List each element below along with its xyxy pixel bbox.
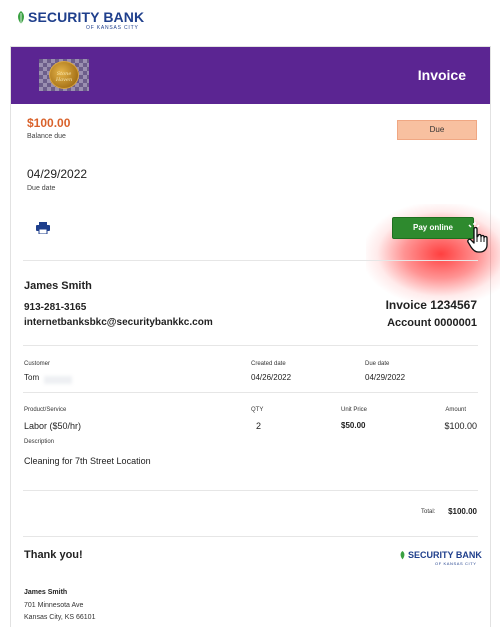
line-item-product: Labor ($50/hr)	[24, 421, 82, 431]
unit-price-header: Unit Price	[341, 407, 368, 413]
merchant-logo-badge: Stone Haven	[49, 61, 79, 89]
security-bank-logo[interactable]: SECURITY BANK OF KANSAS CITY	[16, 9, 145, 31]
invoice-number: Invoice 1234567	[385, 298, 477, 312]
status-badge: Due	[397, 120, 477, 140]
due-date-column-value: 04/29/2022	[365, 373, 406, 382]
due-date-label: Due date	[27, 185, 56, 192]
billing-phone: 913-281-3165	[24, 302, 87, 313]
top-bar: SECURITY BANK OF KANSAS CITY	[0, 0, 500, 40]
due-date-column-label: Due date	[365, 361, 390, 367]
created-date-label: Created date	[251, 361, 286, 367]
line-item-qty: 2	[256, 421, 262, 431]
bank-subtitle: OF KANSAS CITY	[86, 25, 139, 31]
due-date-value: 04/29/2022	[27, 167, 88, 181]
line-item-amount: $100.00	[444, 421, 477, 431]
product-header: Product/Service	[24, 407, 67, 413]
customer-label: Customer	[24, 361, 51, 367]
footer-bank-subtitle: OF KANSAS CITY	[435, 561, 477, 566]
merchant-logo: Stone Haven	[39, 59, 89, 91]
footer-bank-name: SECURITY BANK	[408, 550, 482, 560]
divider	[23, 490, 478, 491]
customer-value: Tom	[24, 373, 40, 382]
pay-online-button[interactable]: Pay online	[392, 217, 474, 239]
page-title: Invoice	[417, 67, 466, 83]
bank-name: SECURITY BANK	[28, 9, 145, 25]
balance-label: Balance due	[27, 133, 66, 140]
total-label: Total:	[421, 509, 436, 515]
footer-bank-logo: SECURITY BANK OF KANSAS CITY	[399, 551, 482, 566]
billing-email: internetbanksbkc@securitybankkc.com	[24, 317, 213, 328]
qty-header: QTY	[251, 407, 264, 413]
invoice-card: Stone Haven Invoice $100.00 Balance due …	[10, 46, 500, 627]
footer-address-line2: Kansas City, KS 66101	[24, 614, 96, 621]
divider	[23, 392, 478, 393]
divider	[23, 536, 478, 537]
divider	[23, 345, 478, 346]
billing-name: James Smith	[24, 280, 92, 292]
total-value: $100.00	[448, 507, 477, 516]
invoice-header: Stone Haven Invoice	[11, 47, 490, 104]
leaf-icon	[400, 551, 405, 560]
footer-address-line1: 701 Minnesota Ave	[24, 602, 84, 609]
description-value: Cleaning for 7th Street Location	[24, 456, 151, 466]
balance-amount: $100.00	[27, 116, 71, 130]
line-item-unit-price: $50.00	[341, 421, 366, 430]
footer-name: James Smith	[24, 589, 68, 596]
divider	[23, 260, 478, 261]
amount-header: Amount	[445, 407, 466, 413]
description-label: Description	[24, 439, 55, 445]
account-number: Account 0000001	[387, 317, 477, 329]
thank-you-text: Thank you!	[24, 549, 83, 561]
created-date-value: 04/26/2022	[251, 373, 292, 382]
redacted-customer-name	[44, 376, 72, 384]
print-icon[interactable]	[36, 222, 50, 234]
hand-cursor-icon	[467, 222, 488, 253]
leaf-icon	[18, 11, 24, 24]
